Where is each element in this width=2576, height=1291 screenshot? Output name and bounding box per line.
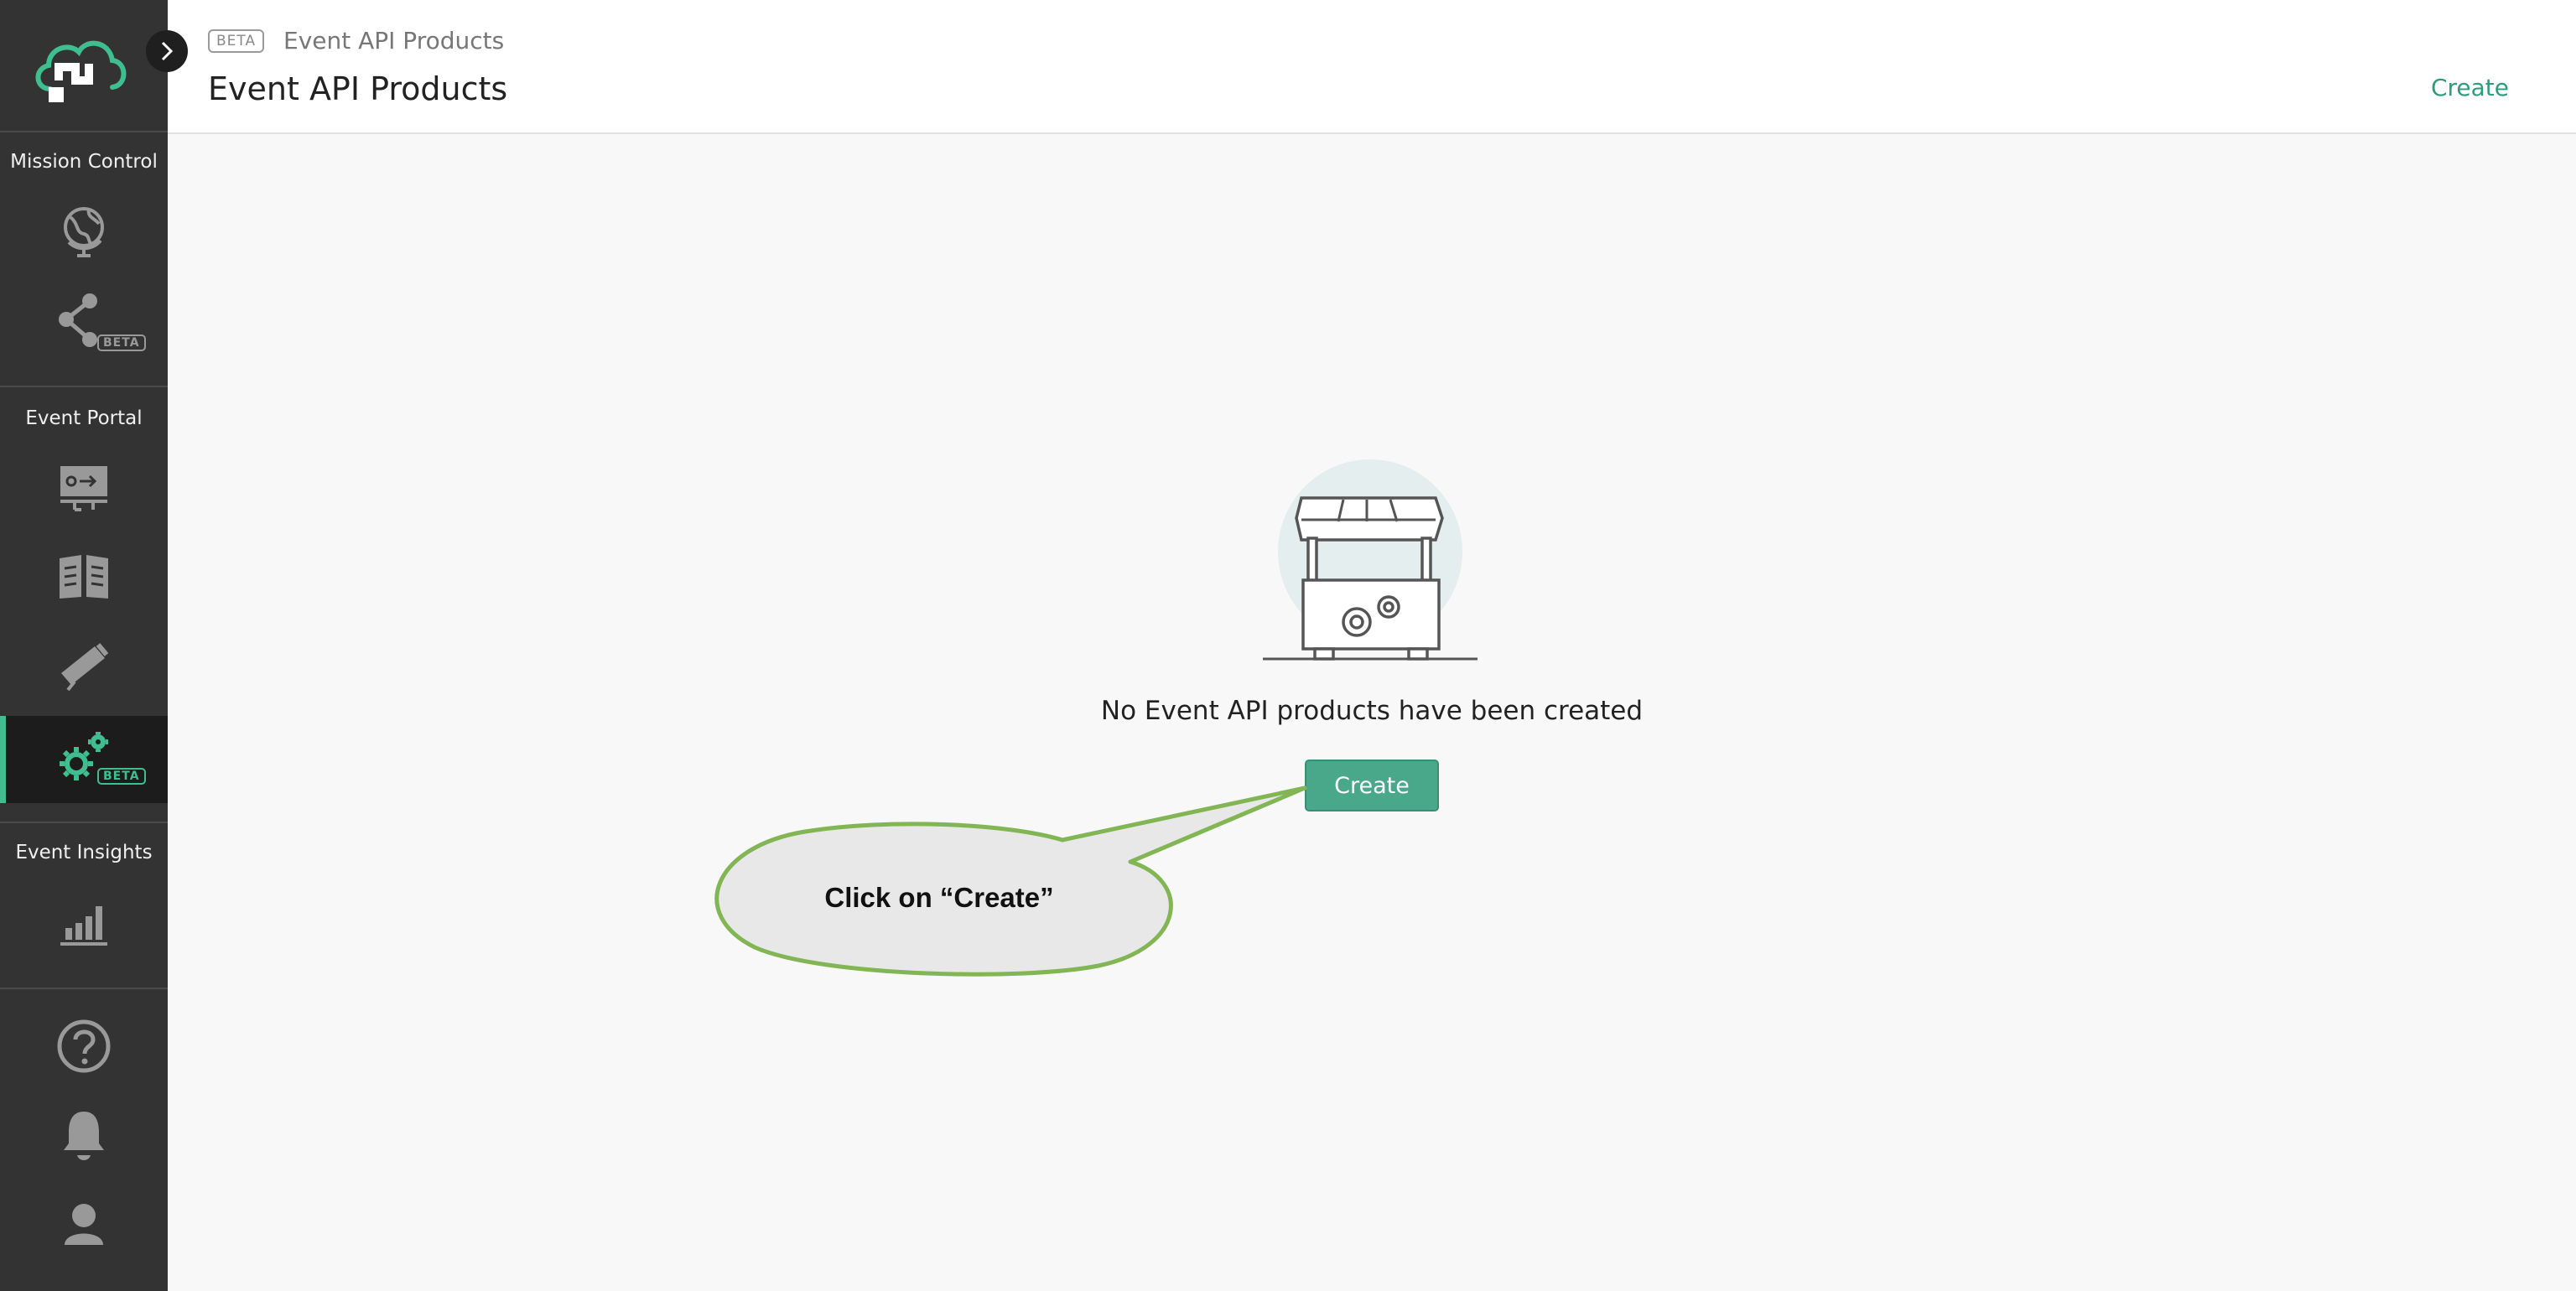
catalog-book-icon	[60, 555, 108, 599]
nav-item-mission-control-mesh[interactable]: BETA	[0, 275, 168, 362]
sidebar-divider	[0, 386, 168, 387]
callout-bubble	[714, 785, 1307, 977]
designer-board-icon	[60, 466, 107, 511]
nav-item-runtime[interactable]	[0, 622, 168, 709]
bar-chart-icon	[60, 906, 107, 946]
chevron-right-icon	[161, 41, 174, 61]
expand-sidebar-button[interactable]	[146, 30, 188, 72]
globe-icon	[64, 207, 104, 257]
help-button[interactable]	[0, 1003, 168, 1090]
nav-item-catalog[interactable]	[0, 533, 168, 620]
runtime-telescope-icon	[61, 643, 109, 692]
nav-item-insights[interactable]	[0, 882, 168, 969]
beta-badge: BETA	[208, 29, 265, 53]
nav-item-mission-control-globe[interactable]	[0, 188, 168, 275]
cloud-logo-icon	[35, 40, 127, 102]
beta-badge: BETA	[97, 334, 146, 351]
callout-text: Click on “Create”	[824, 882, 1054, 913]
create-button[interactable]: Create	[1305, 760, 1439, 811]
nav-item-designer[interactable]	[0, 444, 168, 531]
section-label-event-insights: Event Insights	[15, 842, 153, 863]
market-stall-icon	[1263, 459, 1478, 661]
user-icon	[65, 1204, 103, 1245]
empty-state-illustration	[1263, 459, 1481, 667]
beta-badge: BETA	[97, 768, 146, 785]
header-create-link[interactable]: Create	[2431, 74, 2509, 101]
bell-icon	[64, 1112, 104, 1160]
sidebar-divider	[0, 988, 168, 989]
page-title: Event API Products	[208, 70, 508, 107]
empty-state-message: No Event API products have been created	[1100, 696, 1644, 726]
breadcrumb: Event API Products	[283, 27, 505, 54]
page-header: BETA Event API Products Event API Produc…	[168, 0, 2576, 134]
notifications-button[interactable]	[0, 1091, 168, 1179]
sidebar-divider	[0, 822, 168, 823]
nav-item-event-api-products[interactable]: BETA	[0, 716, 168, 803]
help-icon	[57, 1019, 111, 1073]
section-label-event-portal: Event Portal	[25, 407, 143, 429]
logo[interactable]	[0, 0, 168, 132]
section-label-mission-control: Mission Control	[10, 151, 158, 173]
user-profile-button[interactable]	[0, 1180, 168, 1268]
sidebar: Mission Control BETA Event Portal BETA E…	[0, 0, 188, 1291]
